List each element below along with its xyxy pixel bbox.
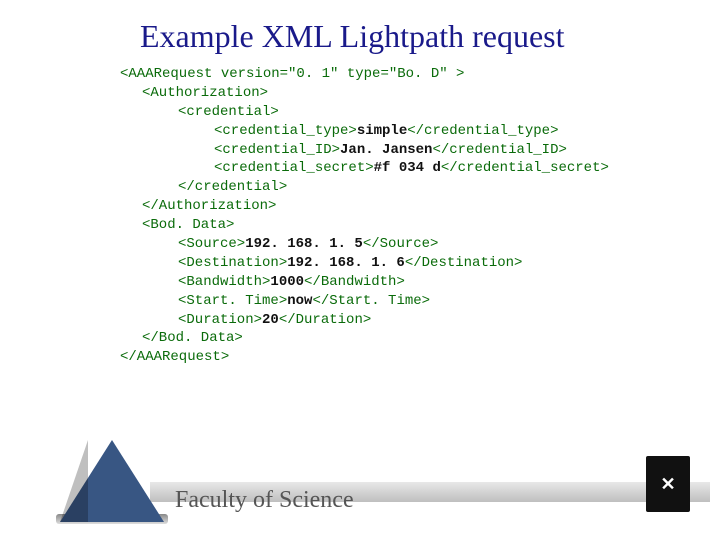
tag-auth-open: <Authorization> [142, 85, 268, 101]
tag-cred-close: </credential> [178, 179, 287, 195]
tag-bw-open: <Bandwidth> [178, 274, 270, 290]
crest-x-icon: ✕ [660, 474, 675, 495]
pyramid-icon [60, 432, 165, 522]
tag-dst-close: </Destination> [405, 255, 523, 271]
tag-root-close: </AAARequest> [120, 349, 229, 365]
val-src: 192. 168. 1. 5 [245, 236, 363, 252]
tag-src-open: <Source> [178, 236, 245, 252]
tag-credtype-open: <credential_type> [214, 123, 357, 139]
tag-credsec-open: <credential_secret> [214, 160, 374, 176]
footer: Faculty of Science ✕ [0, 440, 720, 530]
val-credtype: simple [357, 123, 407, 139]
university-crest-icon: ✕ [646, 456, 690, 512]
tag-bod-open: <Bod. Data> [142, 217, 234, 233]
tag-st-close: </Start. Time> [312, 293, 430, 309]
xml-code-block: <AAARequest version="0. 1" type="Bo. D" … [0, 65, 720, 367]
tag-dst-open: <Destination> [178, 255, 287, 271]
tag-bw-close: </Bandwidth> [304, 274, 405, 290]
val-dst: 192. 168. 1. 6 [287, 255, 405, 271]
tag-st-open: <Start. Time> [178, 293, 287, 309]
tag-credid-open: <credential_ID> [214, 142, 340, 158]
tag-bod-close: </Bod. Data> [142, 330, 243, 346]
val-credid: Jan. Jansen [340, 142, 432, 158]
slide-title: Example XML Lightpath request [0, 0, 720, 65]
val-dur: 20 [262, 312, 279, 328]
tag-root-open: <AAARequest version="0. 1" type="Bo. D" … [120, 66, 464, 82]
val-bw: 1000 [270, 274, 304, 290]
val-credsec: #f 034 d [374, 160, 441, 176]
tag-dur-open: <Duration> [178, 312, 262, 328]
faculty-label: Faculty of Science [175, 487, 354, 514]
tag-src-close: </Source> [363, 236, 439, 252]
tag-auth-close: </Authorization> [142, 198, 276, 214]
tag-cred-open: <credential> [178, 104, 279, 120]
tag-dur-close: </Duration> [279, 312, 371, 328]
val-st: now [287, 293, 312, 309]
tag-credsec-close: </credential_secret> [441, 160, 609, 176]
tag-credid-close: </credential_ID> [432, 142, 566, 158]
tag-credtype-close: </credential_type> [407, 123, 558, 139]
